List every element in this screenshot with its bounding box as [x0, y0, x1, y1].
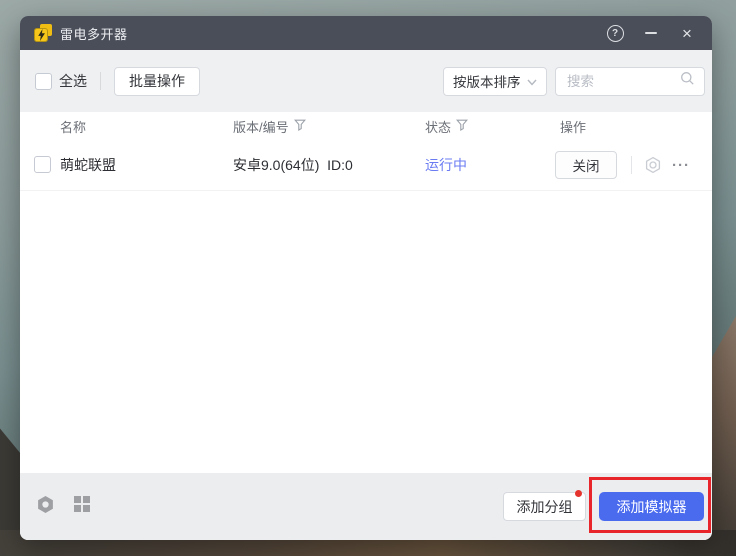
search-input[interactable]: [565, 73, 680, 90]
global-settings-gear-icon[interactable]: [36, 495, 55, 519]
sort-dropdown[interactable]: 按版本排序: [443, 67, 547, 96]
footer-bar: 添加分组 添加模拟器: [20, 473, 712, 540]
table-row[interactable]: 萌蛇联盟 安卓9.0(64位) ID:0 运行中 关闭 ···: [20, 140, 712, 191]
column-header-name: 名称: [60, 112, 86, 140]
help-icon: ?: [607, 25, 624, 42]
select-all-label: 全选: [59, 71, 87, 91]
select-all-checkbox[interactable]: [35, 73, 52, 90]
screen: 雷电多开器 ? × 全选 批量操作 按版本排序: [0, 0, 736, 556]
window-title: 雷电多开器: [60, 24, 128, 43]
row-action-divider: [631, 156, 632, 174]
chevron-down-icon: [527, 74, 537, 89]
help-button[interactable]: ?: [604, 22, 626, 44]
close-icon: ×: [682, 25, 692, 42]
minimize-button[interactable]: [640, 22, 662, 44]
column-header-action: 操作: [560, 112, 586, 140]
status-badge: 运行中: [425, 140, 467, 190]
lightning-icon: [34, 28, 48, 42]
settings-gear-icon[interactable]: [644, 156, 662, 174]
search-icon: [680, 71, 695, 91]
add-emulator-button[interactable]: 添加模拟器: [599, 492, 704, 521]
sort-dropdown-value: 按版本排序: [453, 71, 521, 91]
filter-icon[interactable]: [456, 119, 468, 134]
filter-icon[interactable]: [294, 119, 306, 134]
column-header-status: 状态: [425, 112, 468, 140]
toolbar-divider: [100, 72, 101, 90]
app-window: 雷电多开器 ? × 全选 批量操作 按版本排序: [20, 16, 712, 540]
close-emulator-button[interactable]: 关闭: [555, 151, 617, 179]
minimize-icon: [645, 32, 657, 34]
batch-operation-button[interactable]: 批量操作: [114, 67, 200, 96]
titlebar[interactable]: 雷电多开器 ? ×: [20, 16, 712, 50]
add-group-button[interactable]: 添加分组: [503, 492, 586, 521]
emulator-name: 萌蛇联盟: [60, 140, 116, 190]
row-checkbox[interactable]: [34, 156, 51, 173]
notification-dot: [575, 490, 582, 497]
emulator-version: 安卓9.0(64位) ID:0: [233, 140, 353, 190]
table-header: 名称 版本/编号 状态 操作: [20, 112, 712, 141]
column-header-version: 版本/编号: [233, 112, 306, 140]
grid-view-icon[interactable]: [73, 495, 91, 518]
app-logo-icon: [34, 24, 52, 42]
search-box: [555, 67, 705, 96]
close-button[interactable]: ×: [676, 22, 698, 44]
more-options-icon[interactable]: ···: [668, 140, 694, 190]
toolbar: 全选 批量操作 按版本排序: [20, 50, 712, 112]
